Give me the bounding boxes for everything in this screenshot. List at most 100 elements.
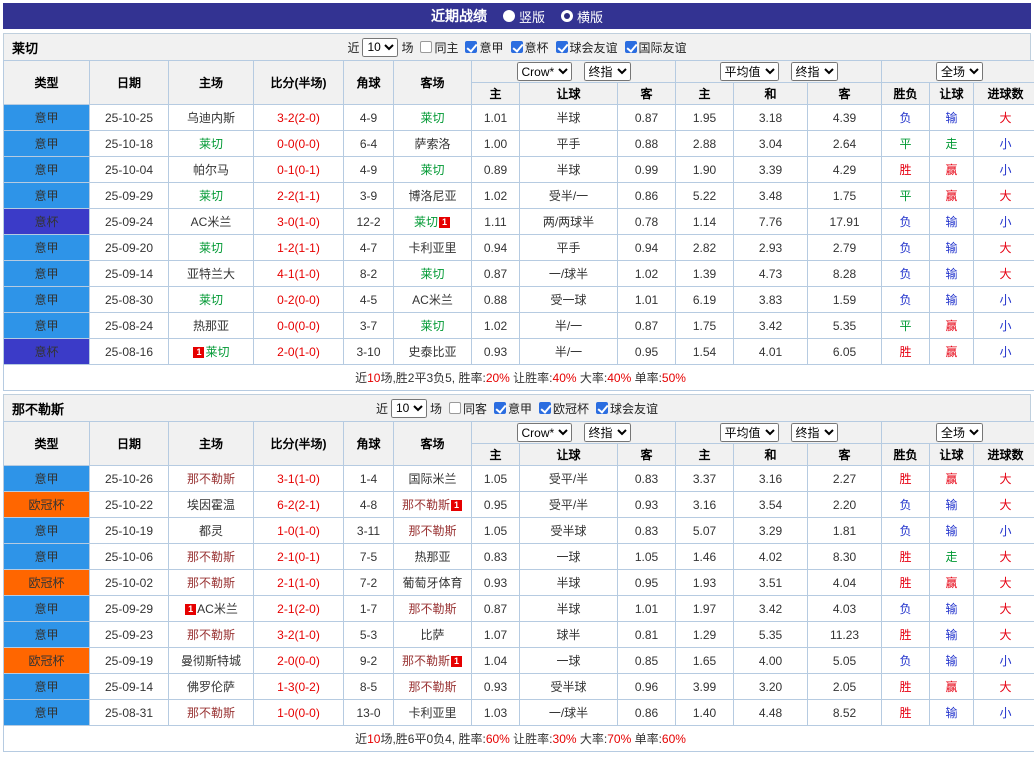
red-card-badge: 1 [451, 500, 462, 511]
home-team-cell: 那不勒斯 [169, 466, 254, 492]
avg-draw-cell: 2.93 [734, 235, 808, 261]
home-team-link[interactable]: 那不勒斯 [187, 472, 235, 486]
home-team-link[interactable]: AC米兰 [191, 215, 232, 229]
home-team-link[interactable]: 亚特兰大 [187, 267, 235, 281]
away-team-link[interactable]: 卡利亚里 [408, 241, 456, 255]
checkbox-icon [465, 41, 477, 53]
avg-draw-cell: 3.51 [734, 570, 808, 596]
away-team-link[interactable]: 博洛尼亚 [408, 189, 456, 203]
away-team-link[interactable]: 莱切1 [414, 215, 451, 229]
home-odds-cell: 1.11 [472, 209, 520, 235]
home-team-link[interactable]: 那不勒斯 [187, 576, 235, 590]
team-name-text: 那不勒斯 [187, 550, 235, 564]
summary-segment: 单率: [631, 732, 662, 746]
away-team-link[interactable]: 莱切 [420, 163, 444, 177]
home-team-link[interactable]: 乌迪内斯 [187, 111, 235, 125]
home-team-link[interactable]: 佛罗伦萨 [187, 680, 235, 694]
average-select[interactable]: 平均值 [720, 62, 779, 81]
home-team-link[interactable]: 那不勒斯 [187, 628, 235, 642]
layout-radio-horizontal[interactable]: 横版 [561, 7, 603, 26]
avg-home-cell: 1.65 [676, 648, 734, 674]
competition-filter-checkbox[interactable]: 球会友谊 [556, 39, 618, 56]
away-team-link[interactable]: 热那亚 [414, 550, 450, 564]
odds-stage-select[interactable]: 终指 [584, 62, 631, 81]
bookmaker-select[interactable]: Crow* [517, 423, 572, 442]
avg-draw-cell: 3.04 [734, 131, 808, 157]
date-cell: 25-10-06 [90, 544, 169, 570]
competition-filter-checkbox[interactable]: 国际友谊 [625, 39, 687, 56]
average-stage-select[interactable]: 终指 [791, 62, 838, 81]
away-team-link[interactable]: 卡利亚里 [408, 706, 456, 720]
home-team-cell: 1AC米兰 [169, 596, 254, 622]
away-team-link[interactable]: 比萨 [420, 628, 444, 642]
match-count-select[interactable]: 10 [391, 399, 427, 418]
away-team-link[interactable]: 那不勒斯 [408, 602, 456, 616]
home-odds-cell: 1.02 [472, 183, 520, 209]
away-team-link[interactable]: 那不勒斯 [408, 524, 456, 538]
date-cell: 25-08-16 [90, 339, 169, 365]
competition-filter-checkbox[interactable]: 意甲 [465, 39, 503, 56]
away-team-link[interactable]: 史泰比亚 [408, 345, 456, 359]
avg-away-cell: 8.28 [808, 261, 882, 287]
home-team-link[interactable]: 那不勒斯 [187, 706, 235, 720]
away-team-link[interactable]: 那不勒斯 [408, 680, 456, 694]
home-team-link[interactable]: 莱切 [199, 241, 223, 255]
result-goals-cell: 大 [974, 183, 1034, 209]
competition-filter-checkbox[interactable]: 意甲 [494, 400, 532, 417]
bookmaker-select[interactable]: Crow* [517, 62, 572, 81]
away-team-link[interactable]: 那不勒斯1 [402, 498, 463, 512]
home-team-link[interactable]: 帕尔马 [193, 163, 229, 177]
date-cell: 25-08-31 [90, 700, 169, 726]
away-team-link[interactable]: 葡萄牙体育 [402, 576, 462, 590]
page-title: 近期战绩 [431, 6, 487, 26]
away-odds-cell: 0.83 [618, 518, 676, 544]
home-team-link[interactable]: 热那亚 [193, 319, 229, 333]
radio-icon [503, 10, 515, 22]
average-stage-select[interactable]: 终指 [791, 423, 838, 442]
match-count-select[interactable]: 10 [362, 38, 398, 57]
competition-cell: 意甲 [4, 518, 90, 544]
away-team-link[interactable]: 莱切 [420, 111, 444, 125]
result-outcome-cell: 负 [882, 235, 930, 261]
home-team-link[interactable]: 莱切 [199, 137, 223, 151]
scope-select[interactable]: 全场 [936, 62, 983, 81]
away-team-link[interactable]: 莱切 [420, 267, 444, 281]
sub-column-header: 让球 [930, 83, 974, 105]
avg-home-cell: 1.46 [676, 544, 734, 570]
home-team-link[interactable]: 1AC米兰 [184, 602, 238, 616]
competition-cell: 意甲 [4, 157, 90, 183]
date-cell: 25-09-19 [90, 648, 169, 674]
competition-filter-checkbox[interactable]: 意杯 [511, 39, 549, 56]
summary-segment: 40% [607, 371, 631, 385]
competition-filter-checkbox[interactable]: 欧冠杯 [539, 400, 589, 417]
team-name-text: 莱切 [420, 267, 444, 281]
odds-stage-select[interactable]: 终指 [584, 423, 631, 442]
corners-cell: 3-7 [344, 313, 394, 339]
same-venue-checkbox[interactable]: 同主 [420, 39, 458, 56]
home-team-link[interactable]: 埃因霍温 [187, 498, 235, 512]
match-row: 意甲25-10-18莱切0-0(0-0)6-4萨索洛1.00平手0.882.88… [4, 131, 1034, 157]
away-team-link[interactable]: 莱切 [420, 319, 444, 333]
checkbox-icon [539, 402, 551, 414]
competition-filter-checkbox[interactable]: 球会友谊 [596, 400, 658, 417]
average-select[interactable]: 平均值 [720, 423, 779, 442]
home-team-link[interactable]: 莱切 [199, 293, 223, 307]
away-team-link[interactable]: 国际米兰 [408, 472, 456, 486]
home-team-link[interactable]: 都灵 [199, 524, 223, 538]
away-team-link[interactable]: 那不勒斯1 [402, 654, 463, 668]
layout-radio-vertical[interactable]: 竖版 [503, 7, 545, 26]
away-team-link[interactable]: AC米兰 [412, 293, 453, 307]
home-team-link[interactable]: 莱切 [199, 189, 223, 203]
home-team-link[interactable]: 曼彻斯特城 [181, 654, 241, 668]
competition-cell: 意甲 [4, 287, 90, 313]
avg-home-cell: 1.39 [676, 261, 734, 287]
away-team-link[interactable]: 萨索洛 [414, 137, 450, 151]
avg-home-cell: 1.29 [676, 622, 734, 648]
team-name-text: 葡萄牙体育 [402, 576, 462, 590]
home-team-link[interactable]: 那不勒斯 [187, 550, 235, 564]
home-team-link[interactable]: 1莱切 [192, 345, 229, 359]
away-odds-cell: 0.93 [618, 492, 676, 518]
scope-select[interactable]: 全场 [936, 423, 983, 442]
same-venue-checkbox[interactable]: 同客 [449, 400, 487, 417]
home-odds-cell: 1.02 [472, 313, 520, 339]
